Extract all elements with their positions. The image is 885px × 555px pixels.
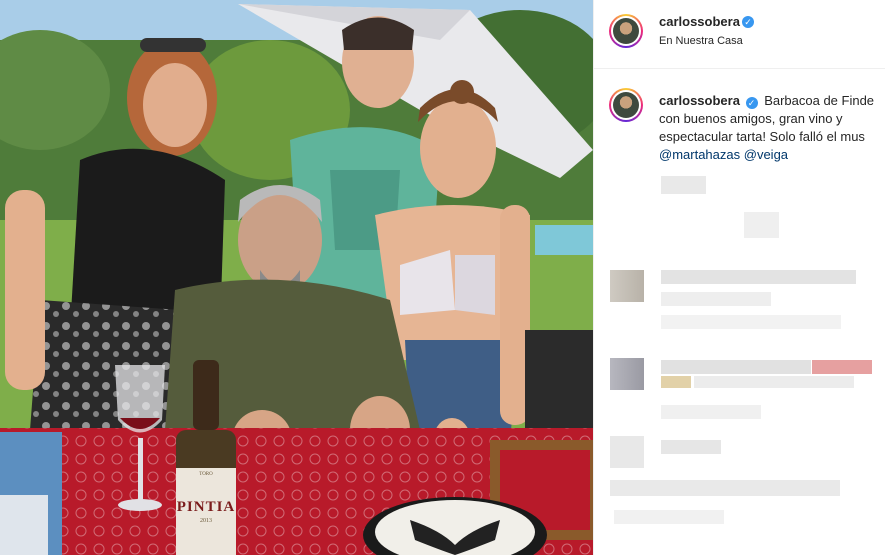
mention-link[interactable]: @martahazas — [659, 147, 740, 162]
censored-block — [661, 270, 856, 284]
censored-block — [661, 376, 691, 388]
censored-block — [661, 315, 841, 329]
bottle-small-text: TORO — [199, 472, 213, 477]
avatar[interactable] — [609, 14, 643, 48]
caption-username[interactable]: carlossobera — [659, 93, 740, 108]
bottle-label: TORO PINTIA 2013 — [176, 472, 236, 524]
censored-avatar — [610, 436, 644, 468]
post-sidebar: carlossobera ✓ En Nuestra Casa carlossob… — [593, 0, 885, 555]
censored-block — [661, 176, 706, 194]
censored-block — [661, 405, 761, 419]
censored-block — [610, 480, 840, 496]
photo-illustration — [0, 0, 593, 555]
verified-badge-icon: ✓ — [742, 16, 754, 28]
caption-avatar[interactable] — [609, 88, 643, 122]
bottle-brand: PINTIA — [176, 499, 236, 515]
bottle-year: 2013 — [200, 518, 212, 524]
post-caption: carlossobera ✓ Barbacoa de Finde con bue… — [659, 92, 885, 164]
censored-block — [744, 212, 779, 238]
censored-block — [614, 510, 724, 524]
header-username[interactable]: carlossobera — [659, 14, 740, 29]
censored-block — [661, 292, 771, 306]
avatar-ring-inner — [611, 90, 641, 120]
caption-verified-badge-icon: ✓ — [745, 97, 758, 109]
censored-block — [812, 360, 872, 374]
mention-link[interactable]: @veiga — [744, 147, 788, 162]
censored-block — [661, 440, 721, 454]
censored-block — [694, 376, 854, 388]
post-location[interactable]: En Nuestra Casa — [659, 35, 743, 47]
censored-block — [661, 360, 811, 374]
avatar-ring-inner — [611, 16, 641, 46]
avatar-image — [613, 18, 639, 44]
post-header: carlossobera ✓ En Nuestra Casa — [594, 0, 885, 69]
avatar-image — [613, 92, 639, 118]
censored-avatar — [610, 270, 644, 302]
post-photo[interactable]: TORO PINTIA 2013 — [0, 0, 593, 555]
censored-avatar — [610, 358, 644, 390]
